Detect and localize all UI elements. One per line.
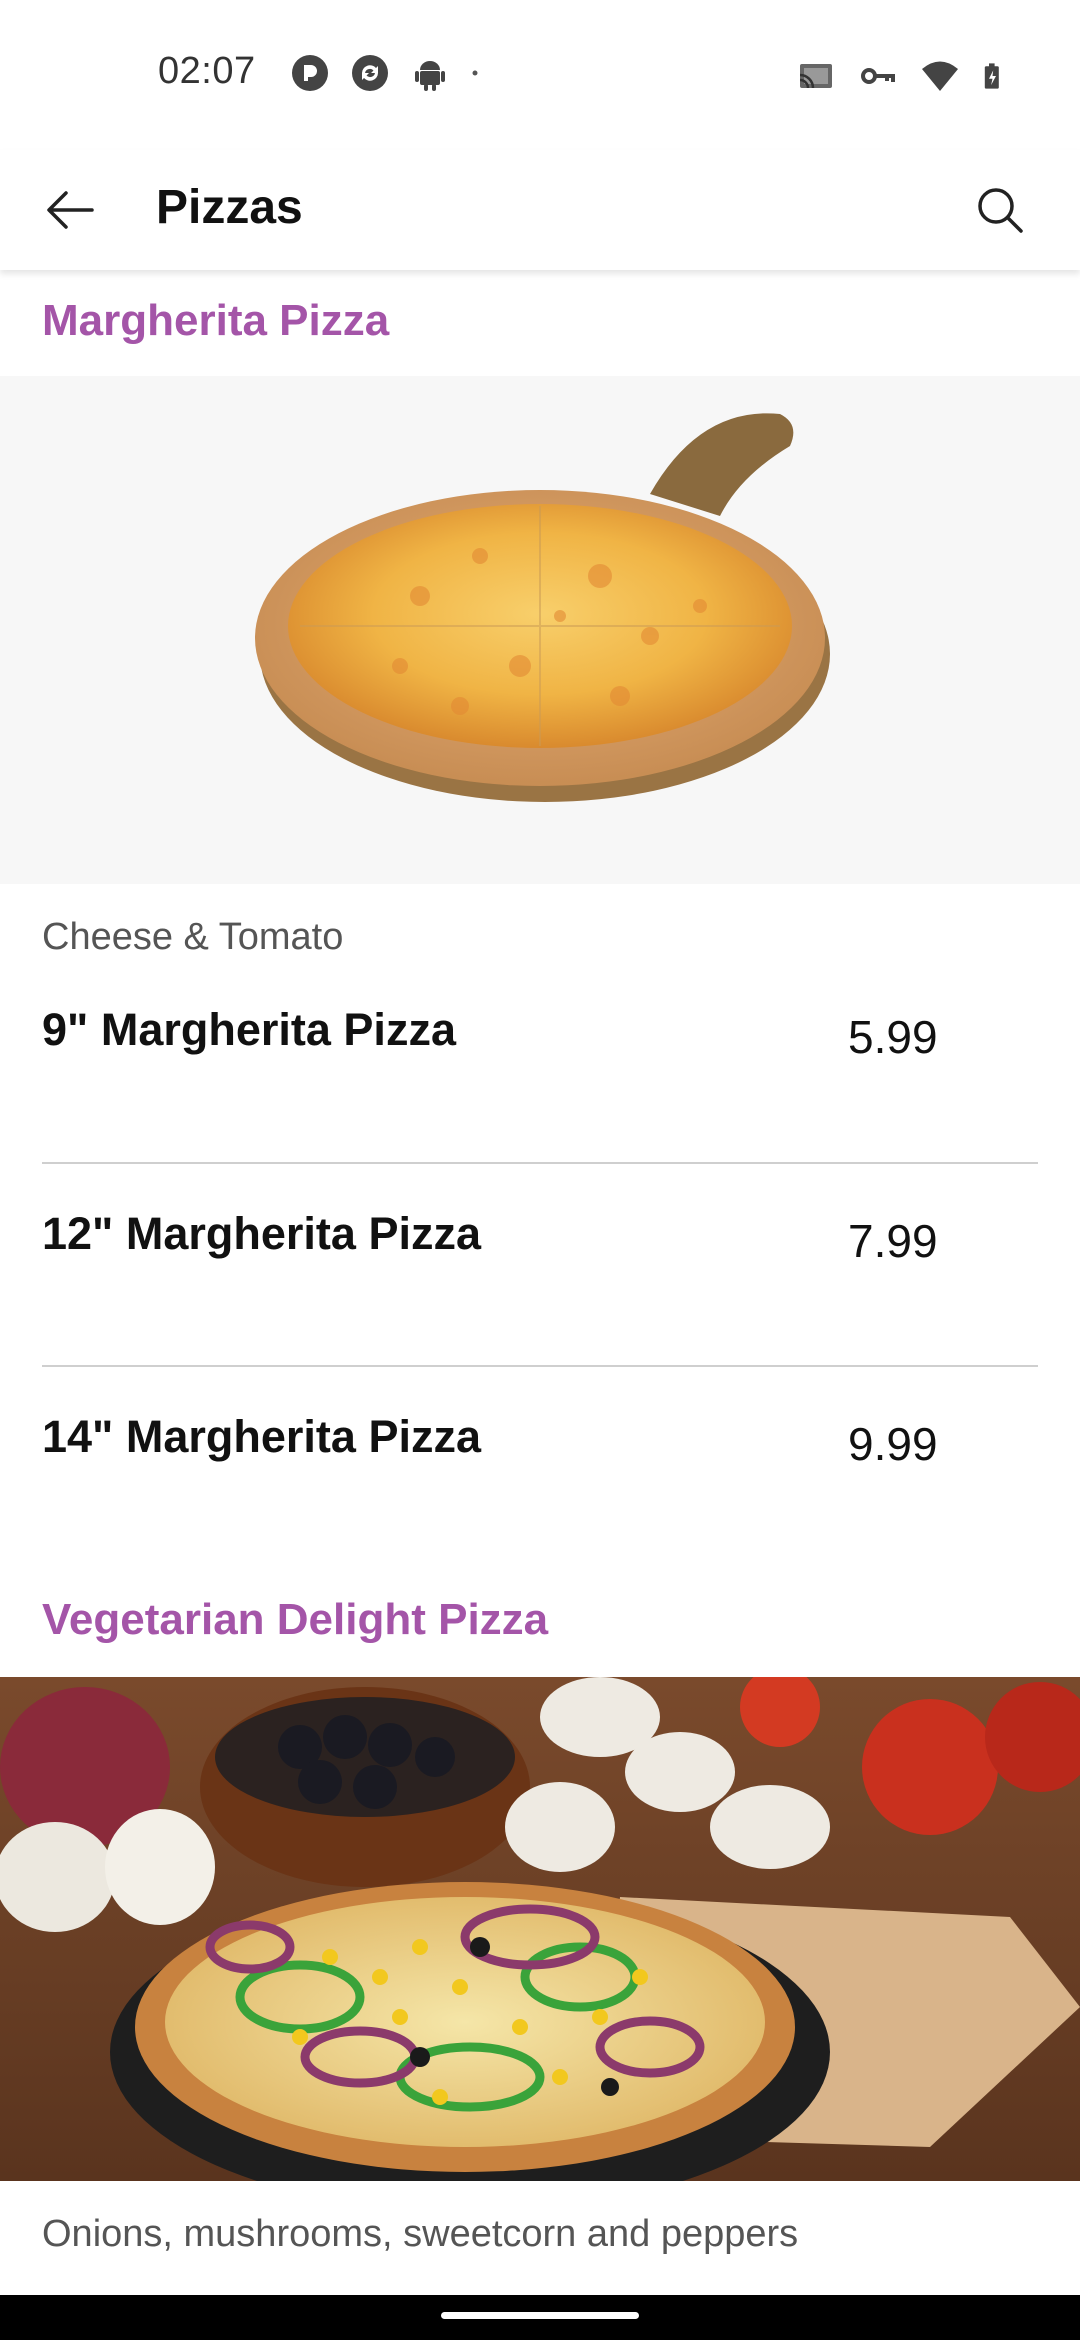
android-icon [415,61,445,91]
menu-item-12-margherita[interactable]: 12" Margherita Pizza 7.99 [42,1164,1038,1368]
menu-item-9-margherita[interactable]: 9" Margherita Pizza 5.99 [42,960,1038,1164]
menu-item-price: 7.99 [848,1215,938,1267]
section-title-margherita: Margherita Pizza [42,296,390,345]
section-title-vegetarian: Vegetarian Delight Pizza [42,1595,549,1644]
section-description-vegetarian: Onions, mushrooms, sweetcorn and peppers [42,2213,799,2255]
battery-charging-icon [984,63,999,89]
wifi-icon [922,61,958,91]
app-bar: Pizzas [0,150,1080,270]
vegetarian-pizza-image [0,1667,1080,2212]
vpn-key-icon [861,68,895,84]
vegetarian-pizza-illustration [0,1667,1080,2212]
back-button[interactable] [30,174,110,246]
margherita-pizza-illustration [255,413,830,802]
menu-item-name: 9" Margherita Pizza [42,1004,456,1055]
status-notification-icons [290,53,490,93]
page-title: Pizzas [156,181,303,234]
menu-item-price: 5.99 [848,1011,938,1063]
section-description-margherita: Cheese & Tomato [42,916,344,958]
margherita-pizza-image [0,376,1080,884]
status-bar: 02:07 [0,0,1080,150]
system-navigation-bar [0,2295,1080,2340]
search-button[interactable] [960,174,1040,246]
pocket-casts-icon [292,55,328,91]
status-time: 02:07 [158,50,256,92]
sync-icon [352,55,388,91]
search-icon [978,188,1023,233]
cast-icon [799,64,832,89]
status-system-icons [796,56,1010,96]
notification-dot-icon [472,70,478,76]
menu-item-name: 12" Margherita Pizza [42,1208,481,1259]
arrow-left-icon [47,191,94,229]
menu-item-14-margherita[interactable]: 14" Margherita Pizza 9.99 [42,1367,1038,1571]
home-gesture-pill[interactable] [441,2312,639,2319]
menu-content[interactable]: Margherita Pizza Cheese & Tomato 9" Marg… [0,270,1080,2295]
menu-item-price: 9.99 [848,1418,938,1470]
menu-item-name: 14" Margherita Pizza [42,1411,481,1462]
